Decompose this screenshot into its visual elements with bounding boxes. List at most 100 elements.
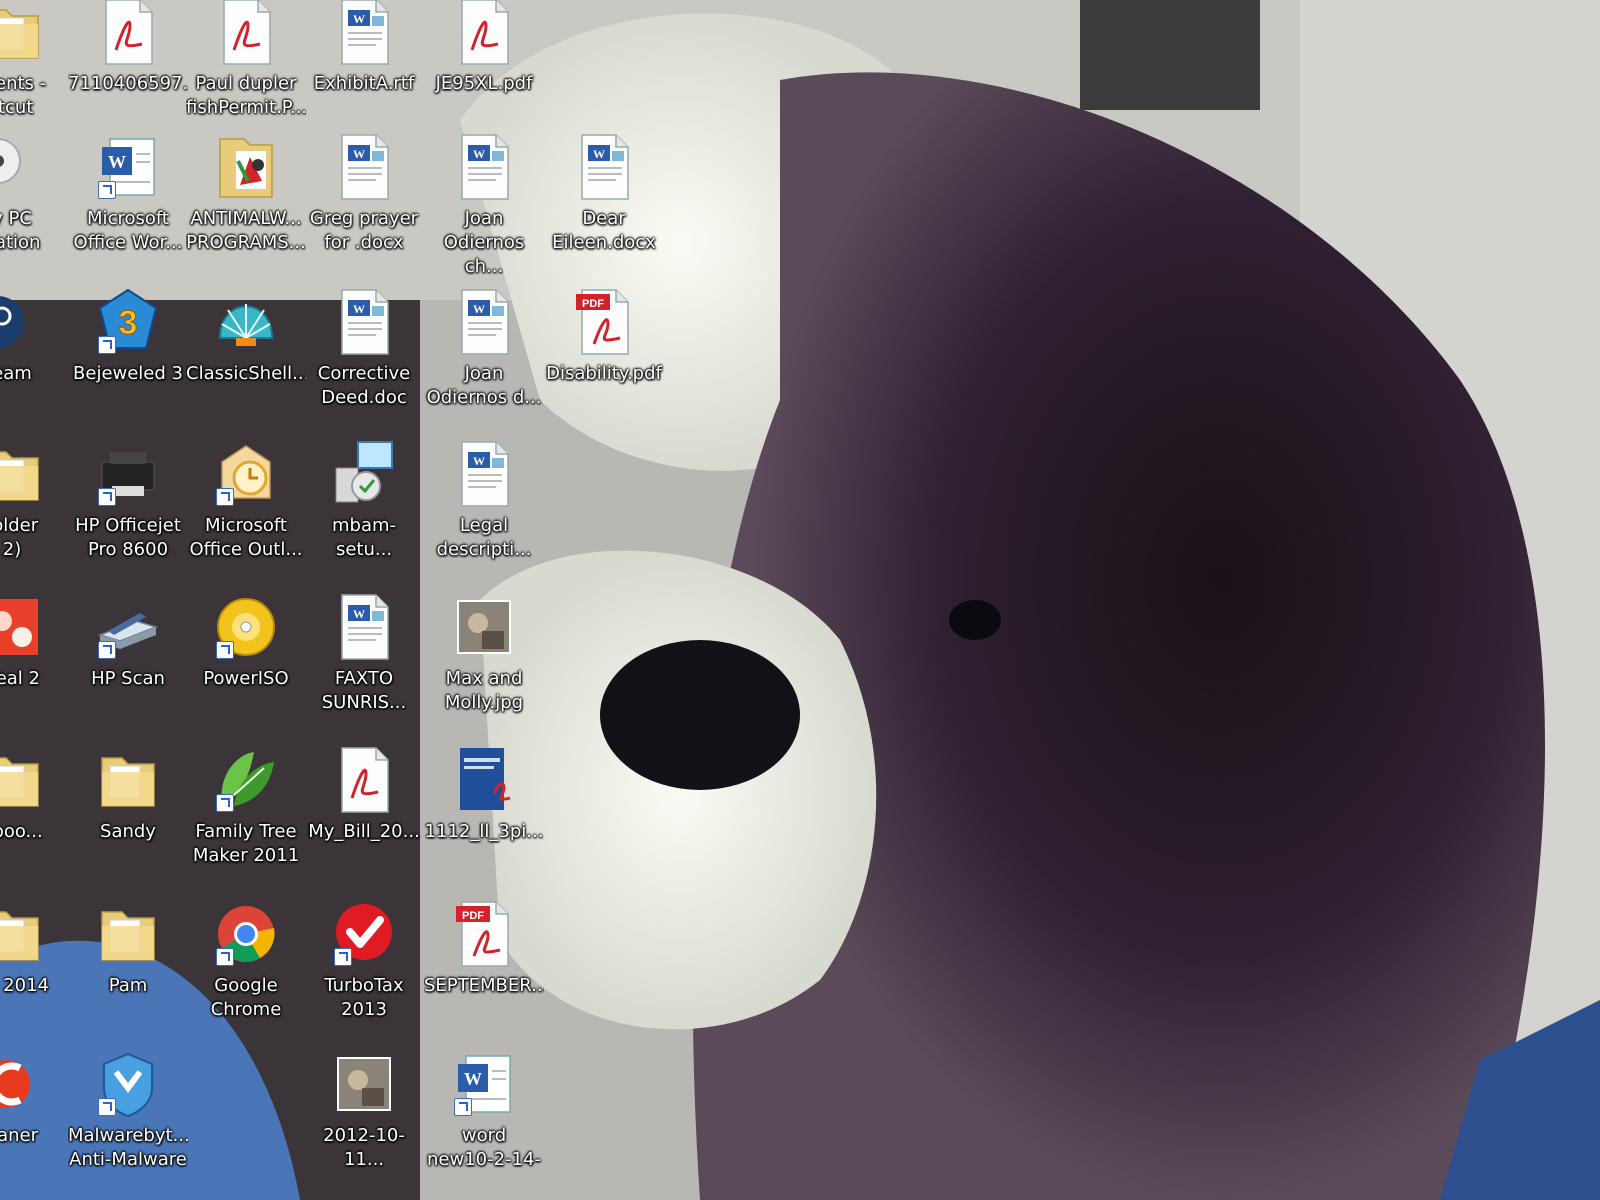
doc-icon: W [332,591,396,663]
desktop-icon-label: on 2014 [3,975,49,996]
desktop-icon-ms-outlook[interactable]: Microsoft Office Outl... [186,432,306,582]
desktop-icon-ccleaner[interactable]: eaner [0,1042,72,1192]
desktop-icon-label: Sandy [100,821,156,842]
desktop-icon-bejeweled[interactable]: 3 Bejeweled 3 [68,280,188,430]
desktop-icon-label: ANTIMALW... PROGRAMS... [186,208,306,253]
pdf-icon [214,0,278,68]
desktop-icon-legal-description[interactable]: W Legal descripti... [424,432,544,582]
desktop-icon-dear-eileen[interactable]: W Dear Eileen.docx [544,125,664,275]
desktop-icon-label: word new10-2-14- [427,1125,541,1170]
shortcut-arrow-icon [98,488,116,506]
desktop-icon-word-new[interactable]: Wword new10-2-14- [424,1042,544,1192]
doc-icon: W [452,438,516,510]
desktop-icon-label: Max and Molly.jpg [444,668,524,713]
desktop-icon-joan-odiernos-2[interactable]: W Joan Odiernos d... [424,280,544,430]
desktop-icon-label: Dear Eileen.docx [552,208,656,253]
pdf-badge-icon: PDF [452,898,516,970]
desktop-icon-corrective-deed[interactable]: W Corrective Deed.doc [304,280,424,430]
desktop-icon-greg-prayer[interactable]: W Greg prayer for .docx [304,125,424,275]
desktop-icon-label: ClassicShell... [186,363,306,384]
desktop-icon-antimalware[interactable]: ANTIMALW... PROGRAMS... [186,125,306,275]
folder-icon [0,898,44,970]
desktop-icon-ebook[interactable]: eboo... [0,738,72,888]
desktop-icon-label: eaner [0,1125,38,1146]
desktop-icon-family-tree[interactable]: Family Tree Maker 2011 [186,738,306,888]
svg-text:W: W [473,302,485,316]
shortcut-arrow-icon [98,181,116,199]
steam-icon [0,286,44,358]
desktop-icon-my-bill[interactable]: My_Bill_20... [304,738,424,888]
folder-icon [0,0,44,68]
shortcut-arrow-icon [216,488,234,506]
desktop-icon-my-pc[interactable]: y PC nation [0,125,72,275]
doc-icon: W [452,131,516,203]
shortcut-arrow-icon [98,1098,116,1116]
desktop-icon-exhibita[interactable]: W ExhibitA.rtf [304,0,424,140]
desktop-icon-label: ExhibitA.rtf [313,73,415,94]
desktop-icon-label: HP Officejet Pro 8600 [75,515,181,560]
desktop-icon-sandy[interactable]: Sandy [68,738,188,888]
desktop-icon-new-folder[interactable]: folder 2) [0,432,72,582]
desktop-icon-label: HP Scan [91,668,165,689]
svg-text:3: 3 [119,304,138,342]
pc-icon [0,131,44,203]
folder-icon [96,898,160,970]
desktop-icon-label: Pam [108,975,148,996]
desktop-icon-turbotax[interactable]: TurboTax 2013 [304,892,424,1042]
svg-text:W: W [473,454,485,468]
svg-text:W: W [473,147,485,161]
desktop-icon-label: eboo... [0,821,43,842]
shortcut-arrow-icon [216,794,234,812]
desktop-icon-hp-scan[interactable]: HP Scan [68,585,188,735]
desktop-icon-malwarebytes[interactable]: Malwarebyt... Anti-Malware [68,1042,188,1192]
svg-text:W: W [464,1069,482,1089]
desktop-icon-je95xl[interactable]: JE95XL.pdf [424,0,544,140]
photo-icon [332,1048,396,1120]
desktop-icon-label: Microsoft Office Wor... [73,208,183,253]
desktop-icon-label: Google Chrome [210,975,282,1020]
desktop-icon-photo-2012[interactable]: 2012-10-11... [304,1042,424,1192]
doc-icon: W [452,286,516,358]
desktop-icon-mbam-setup[interactable]: mbam-setu... [304,432,424,582]
shortcut-arrow-icon [216,948,234,966]
folder-icon [0,744,44,816]
desktop-icon-poweriso[interactable]: PowerISO [186,585,306,735]
desktop-icon-paul-dupler[interactable]: Paul dupler fishPermit.P... [186,0,306,140]
pdf-book-icon [452,744,516,816]
ccleaner-icon [0,1048,44,1120]
desktop-icon-pdf-1112[interactable]: 1112_ll_3pi... [424,738,544,888]
desktop-icon-faxto-sunrise[interactable]: W FAXTO SUNRIS... [304,585,424,735]
photo-icon [452,591,516,663]
shell-icon [214,286,278,358]
shortcut-arrow-icon [334,948,352,966]
pdf-icon [452,0,516,68]
desktop-icon-label: ...ents - rtcut [0,73,47,118]
desktop-icon-disability[interactable]: PDF Disability.pdf [544,280,664,430]
folder-icon [0,438,44,510]
desktop-icon-pam[interactable]: Pam [68,892,188,1042]
desktop-icon-real2[interactable]: Real 2 [0,585,72,735]
desktop-icon-area: ...ents - rtcut 7110406597...Paul dupler … [0,0,1600,1200]
desktop-icon-steam[interactable]: eam [0,280,72,430]
desktop-icon-label: JE95XL.pdf [435,73,533,94]
desktop-icon-hp-officejet[interactable]: HP Officejet Pro 8600 [68,432,188,582]
desktop-icon-label: 7110406597... [68,73,188,94]
desktop-icon-documents-shortcut[interactable]: ...ents - rtcut [0,0,72,140]
doc-icon: W [332,0,396,68]
desktop-icon-classicshell[interactable]: ClassicShell... [186,280,306,430]
desktop-icon-label: Malwarebyt... Anti-Malware [68,1125,188,1170]
desktop-icon-joan-odiernos-1[interactable]: W Joan Odiernos ch... [424,125,544,277]
shortcut-arrow-icon [216,641,234,659]
desktop-icon-ms-word[interactable]: W Microsoft Office Wor... [68,125,188,275]
desktop-icon-google-chrome[interactable]: Google Chrome [186,892,306,1042]
desktop-icon-pdf-7110406597[interactable]: 7110406597... [68,0,188,140]
desktop-icon-label: eam [0,363,32,384]
desktop-icon-on-2014[interactable]: on 2014 [0,892,72,1042]
desktop-icon-september[interactable]: PDF SEPTEMBER... [424,892,544,1042]
desktop-icon-max-molly[interactable]: Max and Molly.jpg [424,585,544,735]
desktop-icon-label: Paul dupler fishPermit.P... [186,73,306,118]
svg-text:PDF: PDF [582,298,604,310]
desktop-icon-label: 1112_ll_3pi... [424,821,544,842]
desktop-icon-label: y PC nation [0,208,41,253]
desktop-icon-label: mbam-setu... [331,515,397,560]
